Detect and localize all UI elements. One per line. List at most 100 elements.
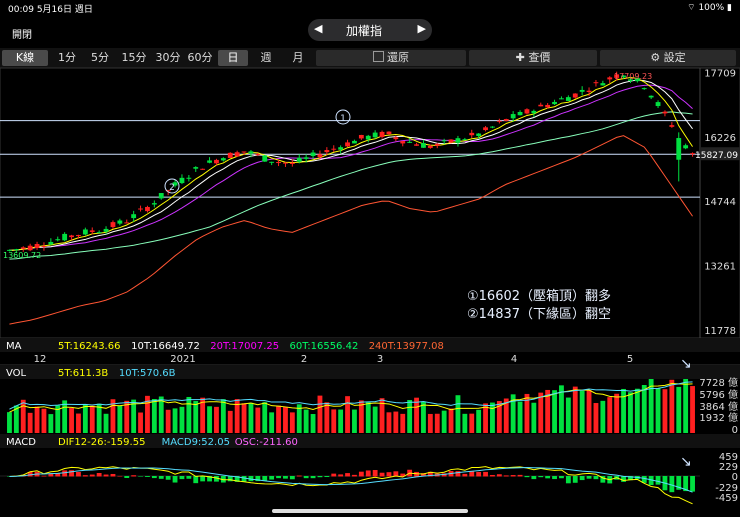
ma-legend-item: 10T:16649.72 bbox=[131, 341, 200, 352]
volume-bar bbox=[655, 388, 661, 433]
osc-bar bbox=[117, 475, 123, 477]
candle-body bbox=[69, 235, 74, 238]
osc-bar bbox=[358, 471, 364, 477]
candle-body bbox=[34, 243, 40, 249]
candle-body bbox=[559, 98, 564, 100]
volume-bar bbox=[462, 413, 468, 433]
note1-text: ①16602（壓箱頂）翻多 bbox=[467, 288, 611, 304]
volume-bar bbox=[414, 397, 419, 433]
date-tick-label: 4 bbox=[511, 354, 517, 365]
candle-body bbox=[145, 206, 150, 212]
candle-body bbox=[490, 126, 495, 128]
candle-body bbox=[255, 154, 261, 156]
volume-bar bbox=[400, 413, 406, 433]
osc-bar bbox=[303, 476, 309, 479]
candle-body bbox=[683, 145, 689, 149]
osc-bar bbox=[490, 474, 495, 477]
candle-body bbox=[552, 101, 557, 105]
vol-legend-item: 10T:570.6B bbox=[119, 368, 176, 379]
osc-bar bbox=[110, 473, 116, 477]
volume-bar bbox=[48, 414, 54, 433]
osc-bar bbox=[579, 476, 585, 481]
osc-bar bbox=[131, 475, 137, 477]
candle-body bbox=[496, 120, 502, 122]
note2-text: ②14837（下緣區）翻空 bbox=[467, 307, 611, 322]
volume-bar bbox=[690, 386, 695, 433]
candle-body bbox=[565, 97, 571, 101]
candle-body bbox=[283, 162, 288, 164]
volume-bar bbox=[207, 406, 212, 433]
volume-bar bbox=[324, 402, 330, 433]
osc-bar bbox=[158, 476, 164, 479]
mark1-label: 1 bbox=[340, 114, 346, 124]
price-tick-label: 16226 bbox=[704, 133, 736, 144]
price-tick-label: 11778 bbox=[704, 326, 736, 337]
candle-body bbox=[262, 155, 268, 162]
volume-bar bbox=[683, 379, 689, 433]
volume-bar bbox=[117, 405, 123, 433]
osc-bar bbox=[372, 470, 378, 477]
candle-body bbox=[220, 158, 226, 161]
volume-bar bbox=[607, 397, 613, 433]
candle-body bbox=[607, 77, 613, 80]
candlestick-chart[interactable]: 17709 16226 14744 13261 11778 15827.09 17709.2… bbox=[0, 0, 740, 517]
volume-bar bbox=[338, 409, 344, 433]
candle-body bbox=[41, 245, 47, 247]
volume-bar bbox=[441, 410, 447, 433]
candle-body bbox=[586, 90, 592, 92]
osc-bar bbox=[352, 474, 357, 477]
macd-arrow-icon: ↘ bbox=[680, 454, 692, 470]
volume-bar bbox=[641, 385, 647, 433]
low-price-label: 13609.72 bbox=[3, 251, 41, 260]
volume-bar bbox=[138, 412, 143, 433]
price-tick-label: 17709 bbox=[704, 69, 736, 80]
ma-legend-item: 20T:17007.25 bbox=[210, 341, 279, 352]
osc-bar bbox=[145, 476, 150, 477]
volume-bar bbox=[517, 401, 523, 433]
candle-body bbox=[648, 95, 654, 98]
volume-bar bbox=[69, 408, 74, 433]
volume-bar bbox=[151, 399, 157, 433]
volume-bar bbox=[131, 399, 137, 433]
macd-signal-line bbox=[9, 467, 693, 493]
osc-bar bbox=[186, 476, 192, 479]
price-tick-label: 14744 bbox=[704, 197, 736, 208]
osc-bar bbox=[296, 475, 302, 477]
candle-body bbox=[248, 151, 254, 154]
candle-body bbox=[200, 168, 206, 170]
volume-bar bbox=[469, 413, 475, 433]
candle-body bbox=[676, 138, 682, 160]
current-price-label: 15827.09 bbox=[695, 151, 738, 161]
volume-bar bbox=[317, 395, 323, 433]
volume-bar bbox=[283, 406, 288, 433]
candle-body bbox=[414, 144, 419, 146]
osc-bar bbox=[545, 476, 551, 479]
candle-body bbox=[524, 109, 530, 114]
osc-bar bbox=[455, 471, 461, 477]
volume-bar bbox=[531, 402, 537, 433]
osc-bar bbox=[283, 476, 288, 479]
candle-body bbox=[641, 88, 647, 90]
osc-bar bbox=[386, 472, 392, 477]
candle-body bbox=[276, 162, 281, 164]
volume-bar bbox=[62, 400, 68, 433]
osc-bar bbox=[462, 473, 468, 477]
volume-bar bbox=[634, 388, 640, 433]
osc-bar bbox=[96, 472, 102, 477]
volume-bar bbox=[7, 412, 12, 433]
home-indicator bbox=[272, 509, 468, 513]
volume-bar bbox=[255, 407, 261, 433]
candle-body bbox=[193, 167, 199, 169]
candle-body bbox=[455, 138, 461, 143]
candle-body bbox=[13, 249, 19, 251]
volume-bar bbox=[345, 396, 350, 433]
candle-body bbox=[352, 140, 357, 144]
osc-bar bbox=[483, 471, 488, 477]
osc-bar bbox=[269, 476, 275, 480]
candle-body bbox=[289, 162, 295, 164]
macd-legend-item: OSC:-211.60 bbox=[235, 437, 298, 448]
osc-bar bbox=[524, 476, 530, 478]
osc-bar bbox=[331, 473, 337, 477]
volume-bar bbox=[269, 412, 275, 433]
osc-bar bbox=[124, 476, 130, 479]
